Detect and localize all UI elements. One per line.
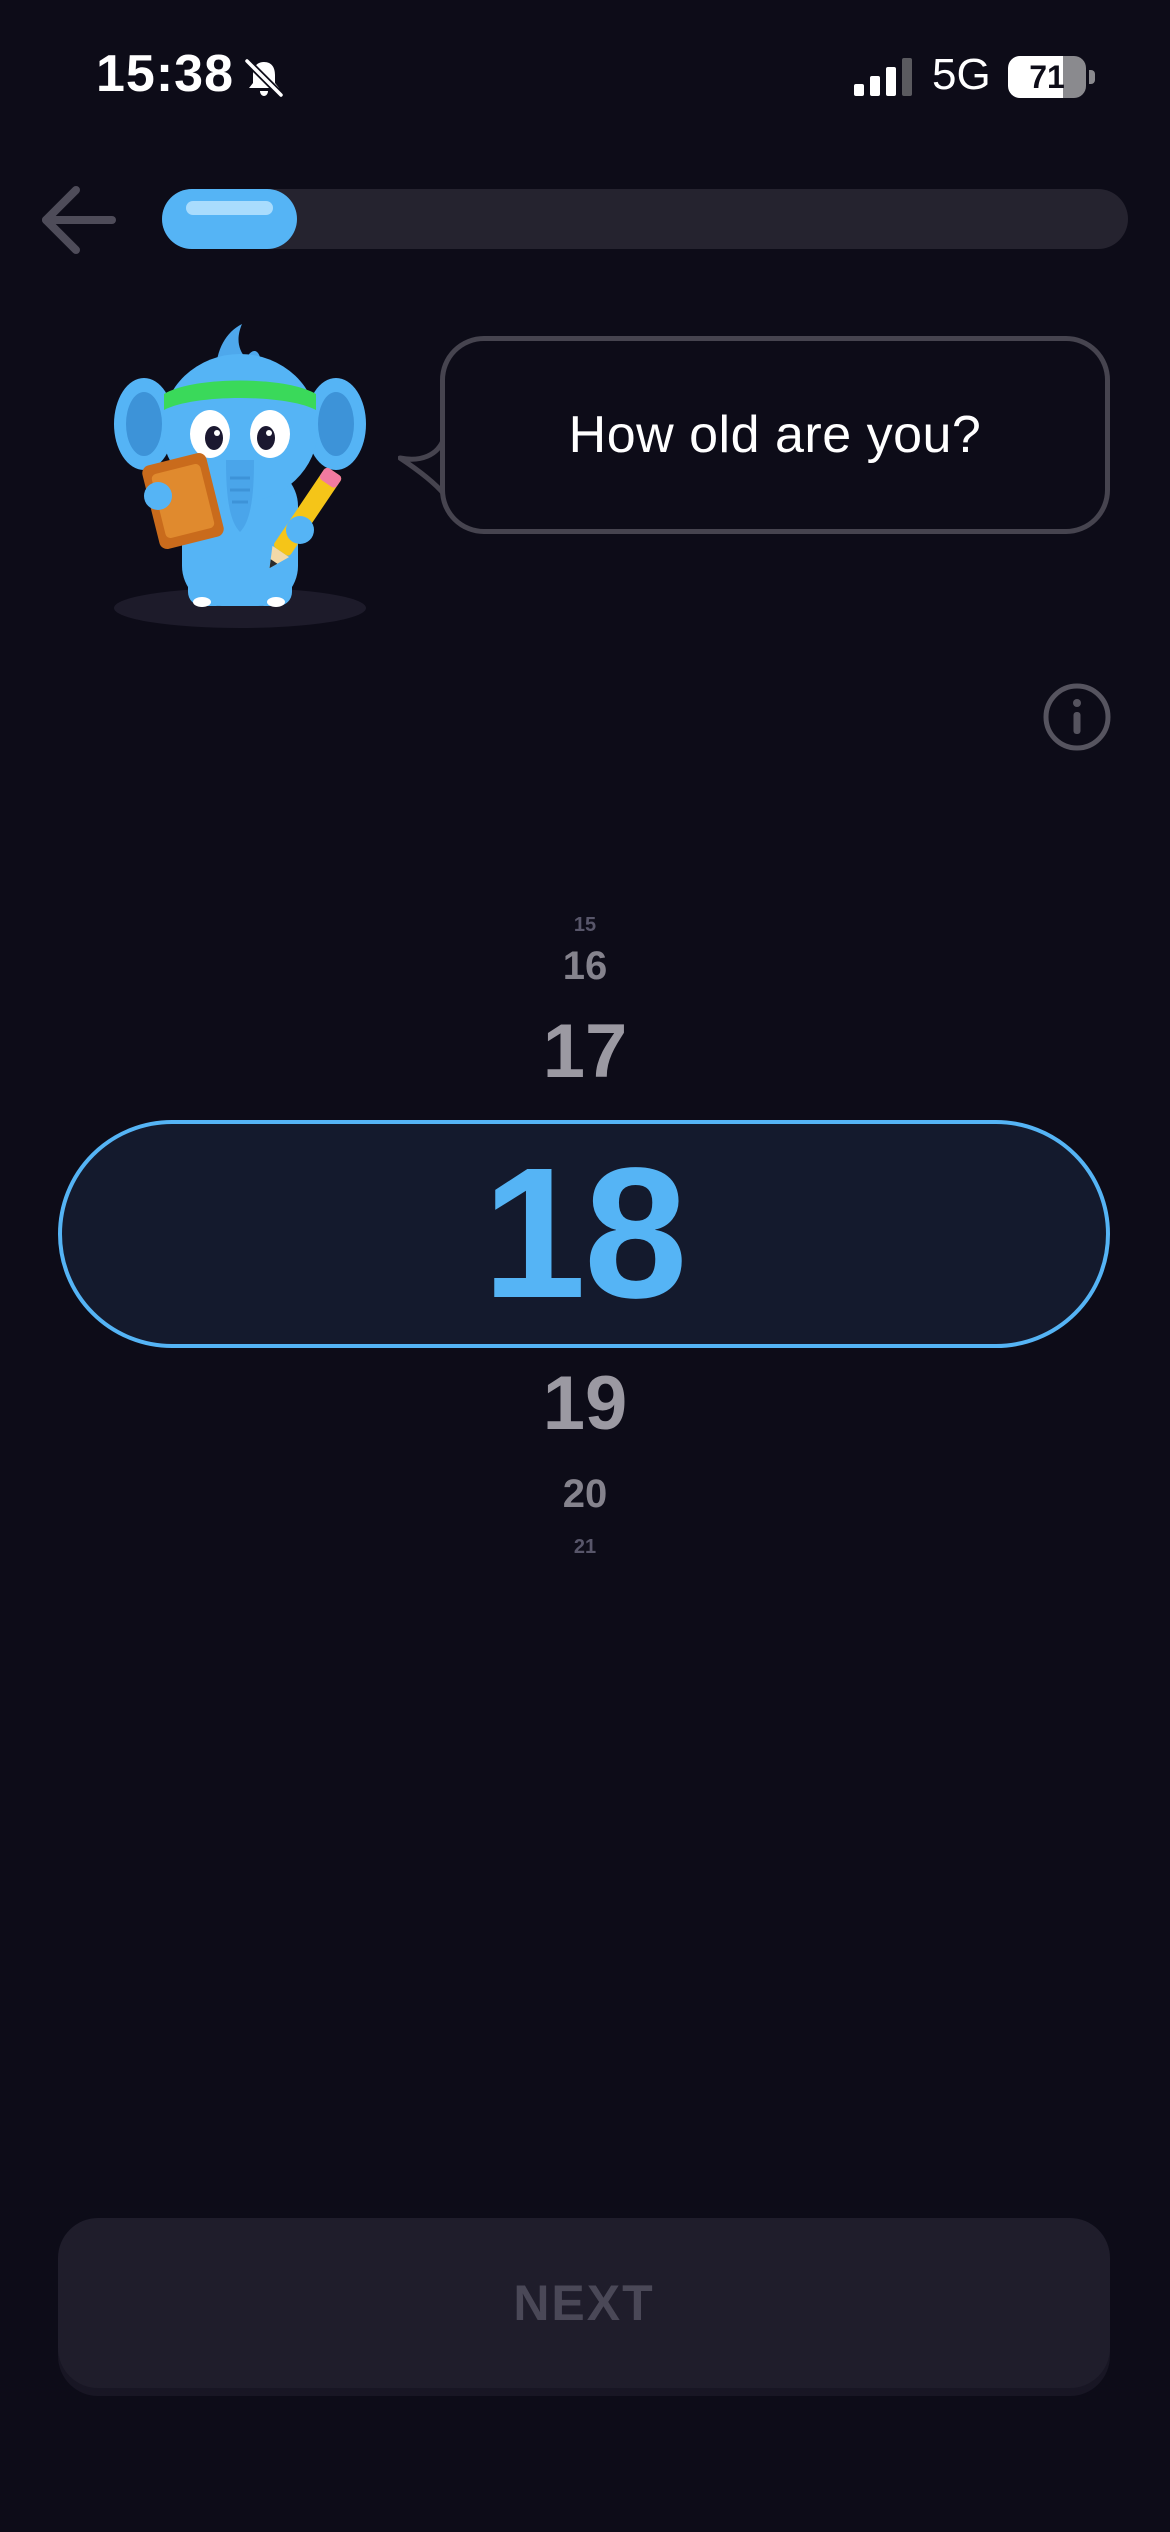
selected-age-pill[interactable]: 18	[58, 1120, 1110, 1348]
battery-indicator: 71	[1008, 56, 1086, 98]
age-option[interactable]: 19	[0, 1360, 1170, 1447]
progress-highlight	[186, 201, 273, 215]
back-button[interactable]	[36, 180, 120, 260]
elephant-mascot-with-notepad-icon	[114, 324, 366, 628]
bell-slash-icon	[243, 57, 285, 99]
age-option[interactable]: 21	[0, 1536, 1170, 1559]
question-text: How old are you?	[568, 406, 982, 464]
status-time: 15:38	[96, 45, 234, 103]
battery-cap	[1089, 70, 1095, 84]
cellular-signal-icon	[854, 58, 912, 96]
speech-bubble: How old are you?	[440, 336, 1110, 534]
age-option[interactable]: 20	[0, 1472, 1170, 1517]
age-picker-wheel[interactable]: 15 16 17 18 19 20 21	[0, 890, 1170, 1590]
lesson-progress-bar	[162, 189, 1128, 249]
age-option[interactable]: 17	[0, 1008, 1170, 1095]
next-button[interactable]: NEXT	[58, 2218, 1110, 2388]
progress-fill	[162, 189, 297, 249]
info-circle-icon[interactable]	[1042, 682, 1112, 752]
arrow-left-icon	[42, 186, 116, 254]
next-button-label: NEXT	[513, 2275, 655, 2331]
status-bar: 15:38 5G 71	[0, 0, 1170, 150]
selected-age-value: 18	[482, 1130, 688, 1337]
onboarding-age-screen: 15:38 5G 71 How old are you? 15 16 17 18…	[0, 0, 1170, 2532]
battery-level: 71	[1029, 59, 1065, 95]
age-option[interactable]: 15	[0, 914, 1170, 937]
network-type: 5G	[932, 50, 991, 99]
age-option[interactable]: 16	[0, 944, 1170, 989]
